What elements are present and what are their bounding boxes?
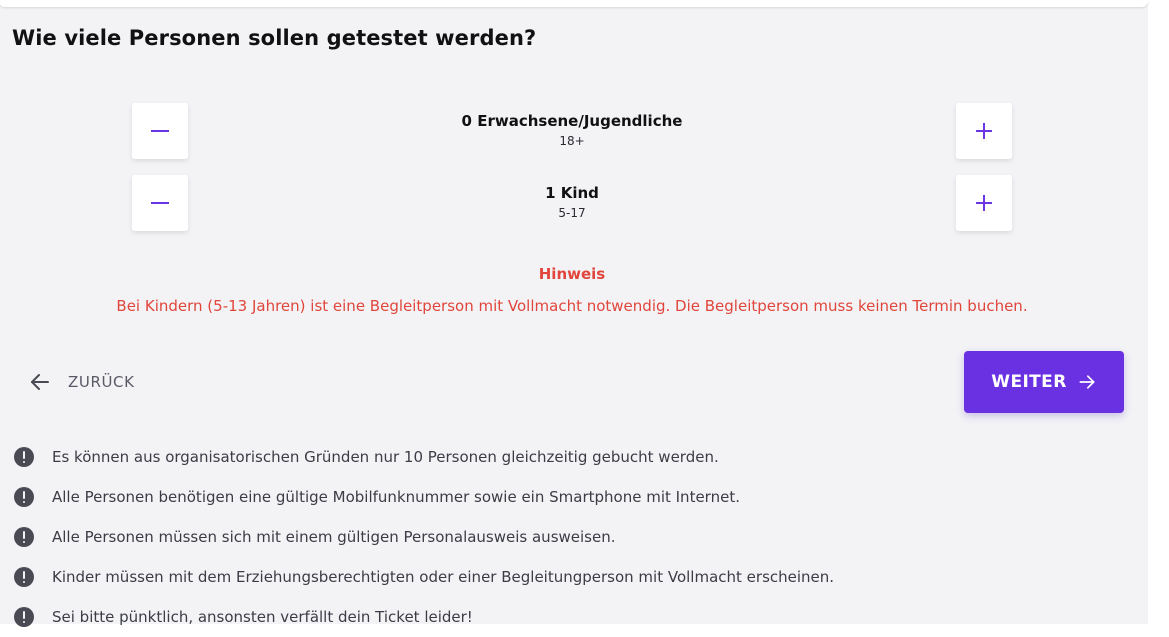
- exclamation-circle-icon: [14, 487, 34, 507]
- exclamation-circle-icon: [14, 567, 34, 587]
- notice-text: Bei Kindern (5-13 Jahren) ist eine Begle…: [116, 297, 1028, 315]
- kids-age-range: 5-17: [558, 206, 586, 220]
- next-button[interactable]: WEITER: [964, 351, 1124, 413]
- info-text: Alle Personen müssen sich mit einem gült…: [52, 528, 616, 546]
- arrow-right-icon: [1079, 375, 1095, 389]
- adults-age-range: 18+: [559, 134, 585, 148]
- kids-counter-row: 1 Kind 5-17: [132, 175, 1012, 231]
- minus-icon: [151, 202, 169, 204]
- exclamation-circle-icon: [14, 607, 34, 627]
- info-item: Alle Personen müssen sich mit einem gült…: [14, 517, 834, 557]
- exclamation-circle-icon: [14, 527, 34, 547]
- info-list: Es können aus organisatorischen Gründen …: [14, 437, 834, 637]
- top-card-edge: [0, 0, 1148, 7]
- arrow-left-icon: [31, 374, 49, 390]
- info-text: Sei bitte pünktlich, ansonsten verfällt …: [52, 608, 473, 626]
- info-item: Es können aus organisatorischen Gründen …: [14, 437, 834, 477]
- adults-counter-row: 0 Erwachsene/Jugendliche 18+: [132, 103, 1012, 159]
- minus-icon: [151, 130, 169, 132]
- kids-count-label: 1 Kind: [545, 184, 599, 202]
- info-item: Kinder müssen mit dem Erziehungsberechti…: [14, 557, 834, 597]
- plus-icon: [976, 123, 992, 139]
- adults-counter-info: 0 Erwachsene/Jugendliche 18+: [188, 111, 956, 149]
- back-button-label: ZURÜCK: [68, 373, 135, 391]
- kids-counter-info: 1 Kind 5-17: [188, 183, 956, 221]
- adults-count-label: 0 Erwachsene/Jugendliche: [461, 112, 683, 130]
- info-text: Es können aus organisatorischen Gründen …: [52, 448, 719, 466]
- plus-icon: [976, 195, 992, 211]
- next-button-label: WEITER: [991, 372, 1067, 392]
- booking-panel: Wie viele Personen sollen getestet werde…: [0, 0, 1148, 627]
- adults-decrement-button[interactable]: [132, 103, 188, 159]
- page-title: Wie viele Personen sollen getestet werde…: [12, 26, 537, 50]
- notice-title: Hinweis: [538, 265, 606, 283]
- info-item: Sei bitte pünktlich, ansonsten verfällt …: [14, 597, 834, 637]
- adults-increment-button[interactable]: [956, 103, 1012, 159]
- kids-increment-button[interactable]: [956, 175, 1012, 231]
- kids-decrement-button[interactable]: [132, 175, 188, 231]
- exclamation-circle-icon: [14, 447, 34, 467]
- info-text: Alle Personen benötigen eine gültige Mob…: [52, 488, 740, 506]
- info-text: Kinder müssen mit dem Erziehungsberechti…: [52, 568, 835, 586]
- back-button[interactable]: ZURÜCK: [28, 368, 135, 396]
- info-item: Alle Personen benötigen eine gültige Mob…: [14, 477, 834, 517]
